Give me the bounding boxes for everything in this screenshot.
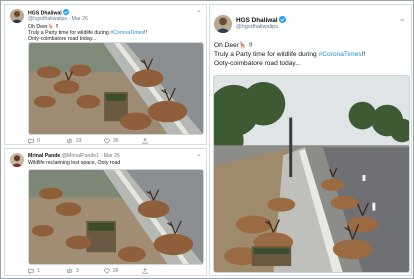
author-handle[interactable]: @hgsdhaliwalips <box>28 16 67 22</box>
tweet-date[interactable]: Mar 26 <box>72 16 88 22</box>
share-icon <box>142 268 148 274</box>
retweet-button[interactable]: 3 <box>66 268 104 274</box>
reply-button[interactable]: 1 <box>28 268 66 274</box>
tweet-photo[interactable] <box>28 42 204 135</box>
hashtag-link[interactable]: #CoronaTimes <box>319 51 362 58</box>
author-handle[interactable]: @hgsdhaliwalips <box>236 24 278 30</box>
like-count: 35 <box>113 138 119 144</box>
chevron-down-icon[interactable]: ⌄ <box>398 14 406 23</box>
tweet-line: Wildlife reclaiming lost space, Ooty roa… <box>28 160 121 166</box>
like-icon <box>104 138 110 144</box>
avatar[interactable] <box>10 153 24 167</box>
retweet-count: 3 <box>76 268 79 274</box>
avatar[interactable] <box>214 15 232 33</box>
tweet-header: Mrinal Pande @MrinalPande1 · Mar 26 <box>28 153 120 159</box>
verified-badge-icon <box>279 16 287 25</box>
retweet-icon <box>66 138 73 144</box>
reply-count: 9 <box>37 138 40 144</box>
reply-icon <box>28 138 34 144</box>
like-icon <box>104 268 110 274</box>
tweet-meta: @hgsdhaliwalips · Mar 26 <box>28 16 88 22</box>
like-count: 26 <box>113 268 119 274</box>
tweet-photo[interactable] <box>28 169 204 265</box>
retweet-count: 23 <box>76 138 82 144</box>
tweet-date[interactable]: Mar 26 <box>104 153 120 159</box>
avatar[interactable] <box>10 9 24 23</box>
tweet-line: Truly a Party time for wildlife during #… <box>214 50 366 58</box>
retweet-button[interactable]: 23 <box>66 138 104 144</box>
tweet-text: Oh Deer🦌 !! Truly a Party time for wildl… <box>28 24 147 43</box>
chevron-down-icon[interactable]: ⌄ <box>196 151 202 158</box>
retweet-icon <box>66 268 73 274</box>
like-button[interactable]: 26 <box>104 268 142 274</box>
tweet-actions: 9 23 35 <box>28 138 204 144</box>
tweet-card[interactable]: HGS Dhaliwal @hgsdhaliwalips · Mar 26 ⌄ … <box>4 4 207 145</box>
tweet-text: Wildlife reclaiming lost space, Ooty roa… <box>28 160 120 166</box>
hashtag-link[interactable]: #CoronaTimes <box>110 30 144 36</box>
share-button[interactable] <box>142 268 148 274</box>
tweet-line: Oh Deer🦌 !! <box>214 42 253 49</box>
author-name[interactable]: Mrinal Pande <box>28 153 60 159</box>
reply-count: 1 <box>37 268 40 274</box>
tweet-card[interactable]: Mrinal Pande @MrinalPande1 · Mar 26 ⌄ Wi… <box>4 148 207 276</box>
share-icon <box>142 138 148 144</box>
tweet-card-expanded[interactable]: HGS Dhaliwal @hgsdhaliwalips ⌄ Oh Deer🦌 … <box>209 4 412 276</box>
tweet-photo[interactable] <box>213 75 410 273</box>
like-button[interactable]: 35 <box>104 138 142 144</box>
reply-icon <box>28 268 34 274</box>
tweet-text: Oh Deer🦌 !! Truly a Party time for wildl… <box>214 42 365 68</box>
author-handle[interactable]: @MrinalPande1 <box>62 153 99 159</box>
chevron-down-icon[interactable]: ⌄ <box>196 7 202 14</box>
screenshot-frame: HGS Dhaliwal @hgsdhaliwalips · Mar 26 ⌄ … <box>0 0 414 279</box>
share-button[interactable] <box>142 138 148 144</box>
tweet-meta: @hgsdhaliwalips <box>236 24 278 30</box>
tweet-line: Ooty-coimbatore road today... <box>214 59 301 67</box>
reply-button[interactable]: 9 <box>28 138 66 144</box>
tweet-actions: 1 3 26 <box>28 268 204 274</box>
